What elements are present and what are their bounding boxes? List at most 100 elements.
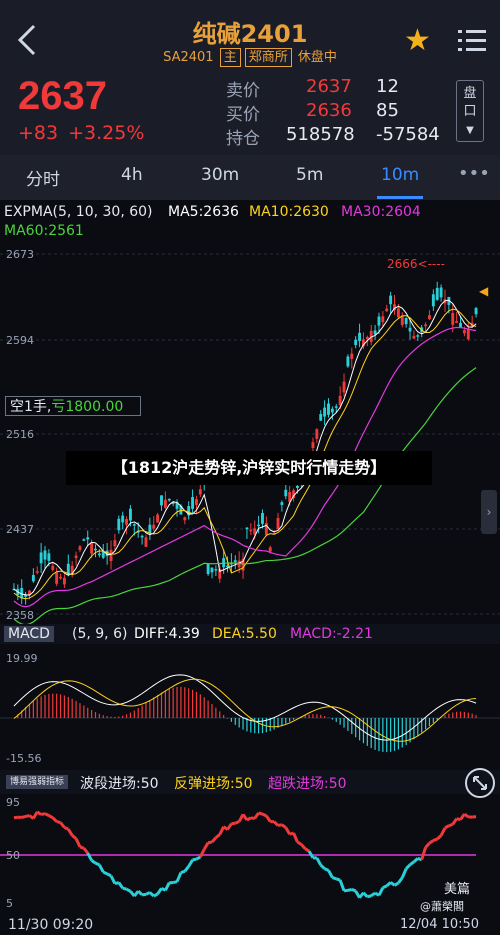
strength-segment	[277, 823, 283, 827]
strength-segment	[385, 881, 392, 887]
candle-body	[31, 574, 35, 582]
strength-segment	[202, 841, 210, 851]
candle-body	[334, 406, 338, 408]
strength-segment	[273, 820, 280, 827]
time-end: 12/04 10:50	[400, 917, 480, 932]
strength-segment	[40, 812, 46, 817]
strength-segment	[362, 891, 369, 898]
strength-segment	[183, 865, 190, 873]
band-entry-label: 波段进场:50	[80, 776, 159, 792]
candle-body	[342, 381, 346, 393]
strength-tick-2: 50	[6, 849, 20, 862]
candle-body	[412, 335, 416, 339]
tab-5m[interactable]: 5m	[296, 165, 323, 185]
strength-segment	[102, 870, 108, 876]
order-book-label: 盘口	[463, 86, 477, 119]
strength-segment	[187, 859, 194, 868]
candle-body	[319, 414, 323, 421]
strength-segment	[451, 817, 458, 826]
position-box: 空1手,亏1800.00	[5, 396, 141, 416]
kline-chart[interactable]	[0, 244, 500, 624]
price-tick-5: 2358	[6, 609, 34, 622]
candle-body	[156, 514, 160, 523]
strength-segment	[412, 857, 419, 863]
strength-segment	[397, 876, 404, 884]
strength-segment	[241, 813, 249, 821]
period-tabs	[0, 155, 500, 200]
strength-segment	[67, 828, 74, 837]
caret-down-icon: ▼	[466, 125, 474, 136]
strength-chart[interactable]	[0, 796, 500, 912]
tab-10m[interactable]: 10m	[381, 165, 419, 185]
tab-30m[interactable]: 30m	[201, 165, 239, 185]
watermark-author: @蕭榮閣	[420, 900, 464, 913]
candle-body	[78, 546, 82, 551]
candle-body	[62, 577, 66, 585]
candle-body	[109, 549, 113, 562]
ask-volume: 12	[376, 76, 399, 97]
candle-body	[261, 513, 264, 524]
strength-segment	[428, 839, 435, 845]
strength-segment	[327, 869, 334, 879]
strength-segment	[21, 814, 26, 819]
candle-body	[86, 537, 90, 540]
strength-segment	[164, 882, 171, 892]
bid-volume: 85	[376, 100, 399, 121]
tab-fenshi[interactable]: 分时	[26, 165, 60, 190]
candle-body	[385, 308, 389, 312]
order-book-button[interactable]: 盘口 ▼	[456, 80, 484, 142]
macd-chart[interactable]	[0, 646, 500, 770]
strength-tag[interactable]: 博易强弱指标	[6, 775, 69, 789]
candle-body	[55, 572, 59, 584]
candle-body	[140, 535, 144, 538]
macd-tag[interactable]: MACD	[4, 626, 54, 642]
strength-segment	[48, 814, 54, 819]
candle-body	[167, 498, 171, 501]
ask-price: 2637	[306, 76, 352, 97]
strength-segment	[82, 847, 89, 855]
ma60-label: MA60:2561	[4, 223, 84, 239]
candle-body	[183, 517, 187, 521]
strength-segment	[253, 812, 260, 820]
candle-body	[82, 539, 86, 541]
menu-list-icon[interactable]	[458, 30, 486, 54]
candle-body	[233, 560, 237, 563]
zoom-icon[interactable]	[465, 768, 495, 798]
strength-segment	[210, 836, 218, 844]
ma30-label: MA30:2604	[341, 204, 421, 220]
strength-segment	[86, 852, 93, 862]
strength-segment	[432, 837, 438, 842]
dea-label: DEA:5.50	[212, 626, 277, 642]
strength-segment	[71, 834, 78, 840]
candle-body	[113, 540, 117, 547]
candle-body	[144, 537, 148, 547]
chevron-right-icon[interactable]: ›	[481, 490, 497, 534]
strength-segment	[377, 887, 385, 897]
tab-4h[interactable]: 4h	[121, 165, 143, 185]
candle-body	[191, 497, 195, 509]
strength-segment	[258, 811, 263, 816]
expma-label: EXPMA(5, 10, 30, 60)	[4, 204, 153, 220]
favorite-star-icon[interactable]: ★	[404, 26, 431, 56]
candle-body	[346, 356, 350, 367]
more-dots-icon[interactable]: •••	[458, 163, 490, 184]
strength-segment	[304, 847, 310, 853]
candle-body	[66, 563, 70, 574]
candle-body	[59, 576, 62, 579]
strength-segment	[79, 845, 85, 850]
strength-segment	[246, 816, 252, 822]
candle-body	[198, 489, 202, 495]
diff-label: DIFF:4.39	[134, 626, 200, 642]
strength-segment	[319, 863, 326, 870]
strength-segment	[284, 826, 291, 836]
strength-segment	[195, 855, 202, 861]
macd-params: (5, 9, 6)	[72, 626, 128, 642]
candle-body	[195, 499, 198, 505]
candle-body	[439, 287, 443, 298]
candle-body	[47, 553, 51, 561]
candle-body	[327, 403, 330, 415]
strength-segment	[122, 886, 127, 891]
ma5-line	[13, 299, 477, 596]
strength-segment	[307, 850, 315, 859]
ask-label: 卖价	[226, 81, 260, 101]
